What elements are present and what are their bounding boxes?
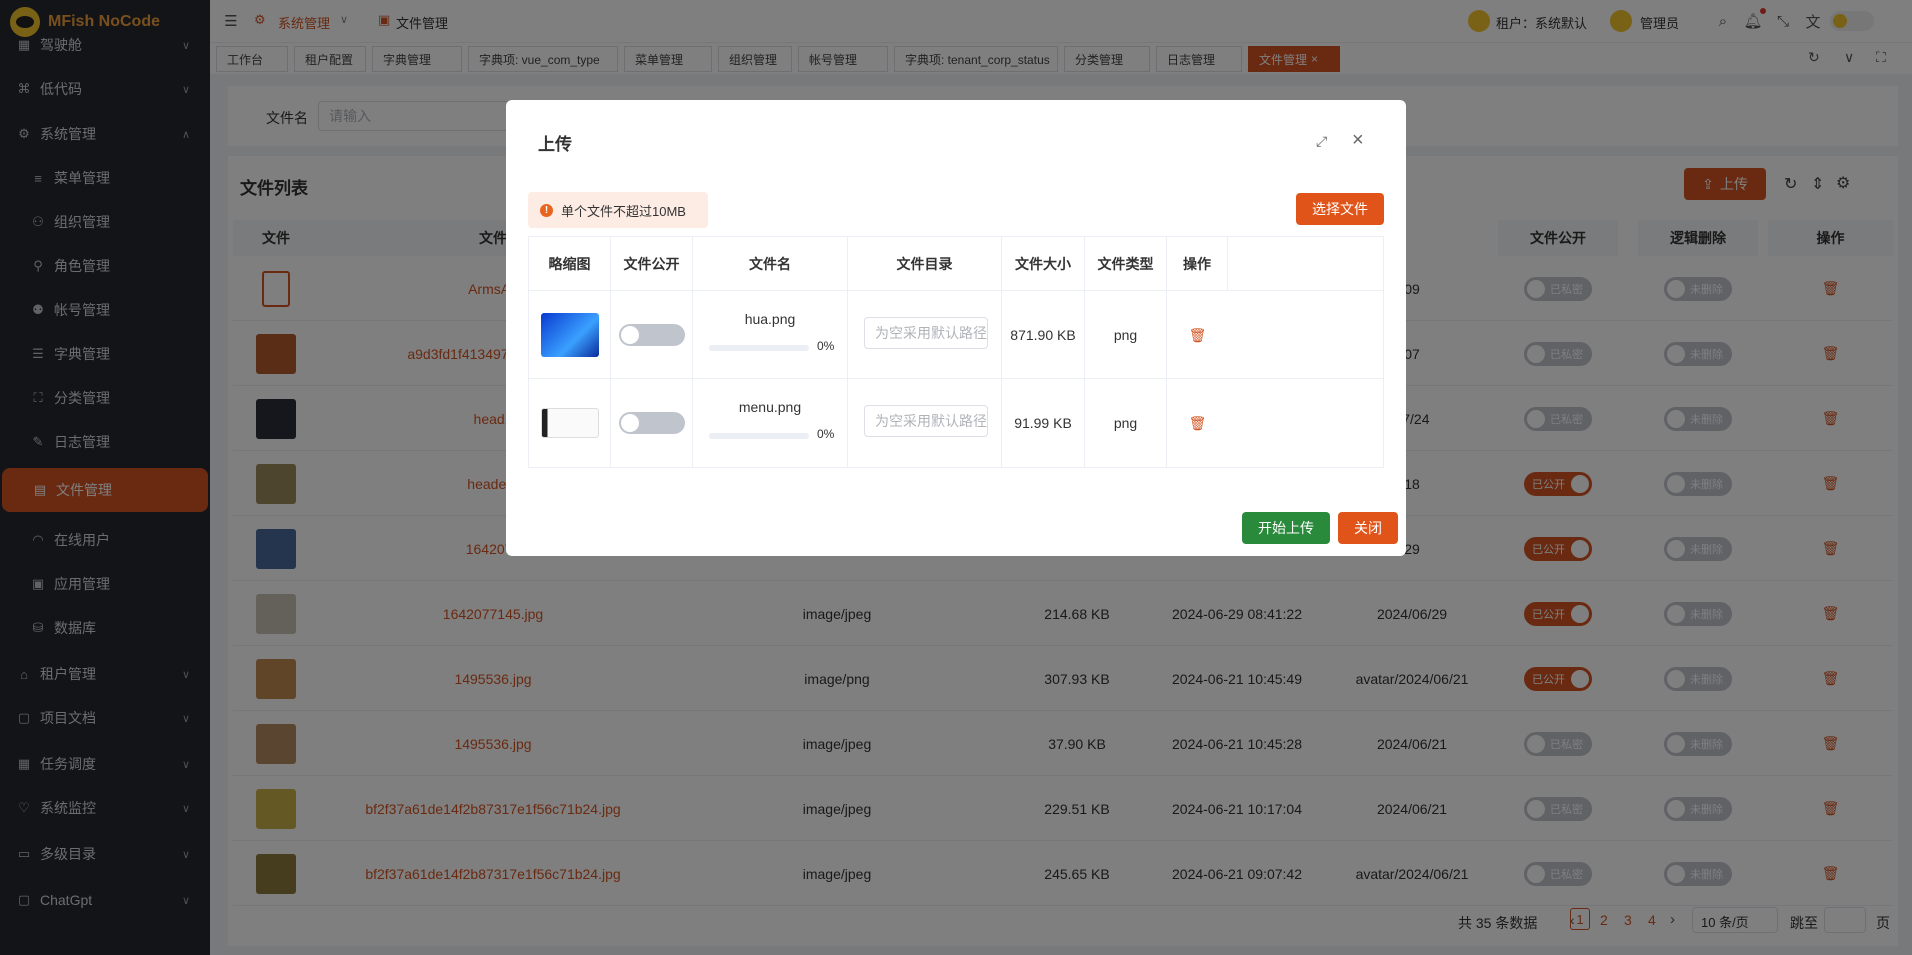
start-upload-button[interactable]: 开始上传 <box>1242 512 1330 544</box>
upload-progress-bar <box>709 345 809 351</box>
dialog-column-header: 操作 <box>1167 237 1228 291</box>
dialog-title: 上传 <box>538 135 572 154</box>
upload-progress-bar <box>709 433 809 439</box>
thumbnail-cell <box>529 379 611 467</box>
file-size: 871.90 KB <box>1002 291 1085 379</box>
size-alert: ! 单个文件不超过10MB <box>528 192 708 228</box>
public-toggle-cell <box>611 379 693 467</box>
trash-icon[interactable]: 🗑︎ <box>1189 415 1207 432</box>
file-thumbnail <box>540 408 599 438</box>
action-cell: 🗑︎ <box>1167 291 1228 379</box>
action-cell: 🗑︎ <box>1167 379 1228 467</box>
file-name: menu.png <box>738 399 802 415</box>
dialog-column-header: 略缩图 <box>529 237 611 291</box>
thumbnail-cell <box>529 291 611 379</box>
dialog-column-header: 文件目录 <box>848 237 1002 291</box>
directory-cell: 为空采用默认路径 <box>848 291 1002 379</box>
toggle-knob <box>620 326 639 344</box>
upload-file-row: hua.png 0% 为空采用默认路径 871.90 KB png 🗑︎ <box>529 291 1383 379</box>
info-icon: ! <box>540 203 553 217</box>
upload-dialog: 上传 ⤢ × ! 单个文件不超过10MB 选择文件 略缩图 文件公开 文件名 文件目录… <box>506 100 1406 556</box>
upload-progress-text: 0% <box>817 339 835 353</box>
trash-icon[interactable]: 🗑︎ <box>1189 327 1207 344</box>
file-thumbnail <box>540 313 599 357</box>
file-type: png <box>1085 291 1167 379</box>
file-type: png <box>1085 379 1167 467</box>
dialog-column-header: 文件大小 <box>1002 237 1085 291</box>
dialog-column-header: 文件公开 <box>611 237 693 291</box>
upload-file-table: 略缩图 文件公开 文件名 文件目录 文件大小 文件类型 操作 hua.png 0% 为空采用默认路… <box>528 236 1384 468</box>
file-name: hua.png <box>744 311 796 327</box>
file-name-cell: hua.png 0% <box>693 291 848 379</box>
directory-input[interactable]: 为空采用默认路径 <box>864 317 988 349</box>
file-name-cell: menu.png 0% <box>693 379 848 467</box>
public-toggle[interactable] <box>618 324 685 346</box>
maximize-icon[interactable]: ⤢ <box>1316 133 1327 150</box>
public-toggle-cell <box>611 291 693 379</box>
close-icon[interactable]: × <box>1352 129 1364 152</box>
dialog-column-header: 文件名 <box>693 237 848 291</box>
select-file-button[interactable]: 选择文件 <box>1296 193 1384 225</box>
close-button[interactable]: 关闭 <box>1338 512 1398 544</box>
file-size: 91.99 KB <box>1002 379 1085 467</box>
toggle-knob <box>620 414 639 432</box>
upload-file-row: menu.png 0% 为空采用默认路径 91.99 KB png 🗑︎ <box>529 379 1383 467</box>
upload-progress-text: 0% <box>817 427 835 441</box>
size-alert-text: 单个文件不超过10MB <box>561 203 686 219</box>
public-toggle[interactable] <box>618 412 685 434</box>
directory-input[interactable]: 为空采用默认路径 <box>864 405 988 437</box>
directory-cell: 为空采用默认路径 <box>848 379 1002 467</box>
dialog-column-header: 文件类型 <box>1085 237 1167 291</box>
